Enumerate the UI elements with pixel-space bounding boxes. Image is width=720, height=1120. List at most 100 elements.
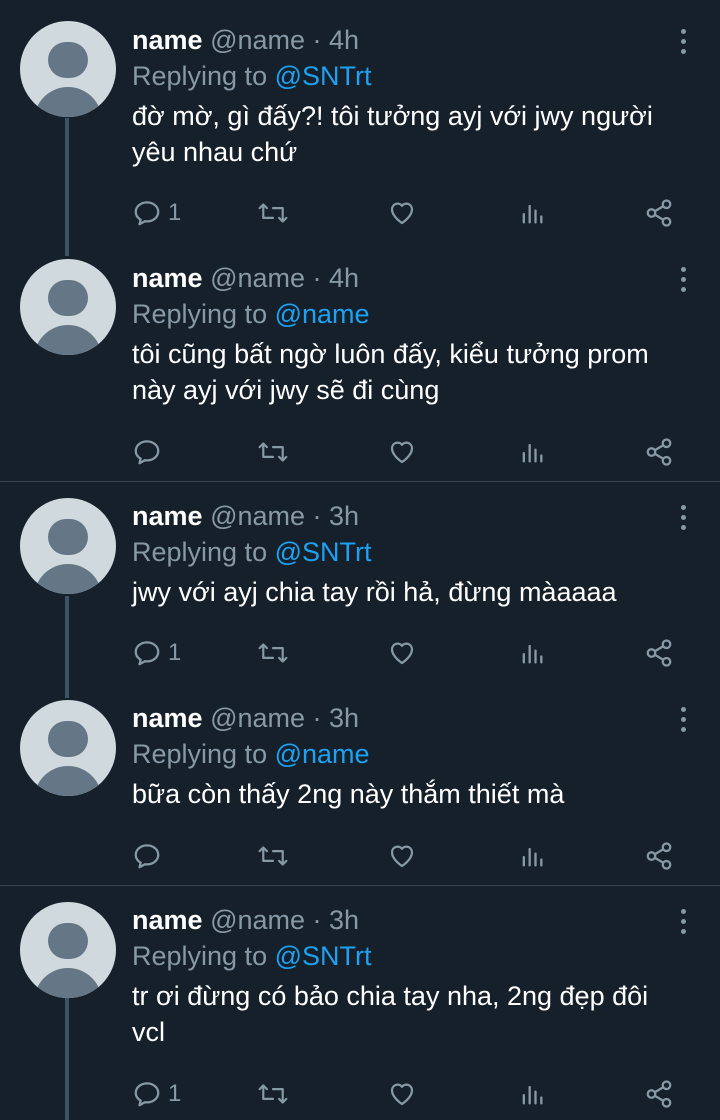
share-button[interactable] [644, 436, 674, 468]
retweet-button[interactable] [256, 840, 290, 872]
tweet-header: name @name · 3h [132, 902, 680, 938]
tweet-item[interactable]: name @name · 3h Replying to @SNTrt tr ơi… [0, 886, 720, 1120]
tweet-item[interactable]: name @name · 3h Replying to @name bữa cò… [0, 682, 720, 885]
share-icon [644, 841, 674, 871]
avatar[interactable] [20, 21, 116, 117]
analytics-button[interactable] [518, 637, 546, 669]
reply-button[interactable] [132, 436, 168, 468]
replying-to-label: Replying to [132, 941, 268, 971]
tweet-text: đờ mờ, gì đấy?! tôi tưởng ayj với jwy ng… [132, 101, 653, 167]
retweet-icon [256, 638, 290, 668]
like-button[interactable] [386, 436, 418, 468]
retweet-icon [256, 841, 290, 871]
more-vertical-icon[interactable] [680, 29, 688, 59]
like-button[interactable] [386, 637, 418, 669]
retweet-button[interactable] [256, 637, 290, 669]
author-handle[interactable]: @name [210, 501, 305, 531]
tweet-text: tr ơi đừng có bảo chia tay nha, 2ng đẹp … [132, 981, 649, 1047]
like-button[interactable] [386, 840, 418, 872]
mention-link[interactable]: @SNTrt [275, 537, 372, 567]
author-handle[interactable]: @name [210, 703, 305, 733]
like-icon [386, 1079, 418, 1109]
author-name[interactable]: name [132, 25, 203, 55]
retweet-button[interactable] [256, 436, 290, 468]
timestamp[interactable]: · 3h [313, 905, 360, 935]
share-button[interactable] [644, 637, 674, 669]
analytics-icon [518, 841, 546, 871]
mention-link[interactable]: @SNTrt [275, 61, 372, 91]
share-button[interactable] [644, 197, 674, 229]
author-name[interactable]: name [132, 263, 203, 293]
timestamp[interactable]: · 3h [313, 703, 360, 733]
like-button[interactable] [386, 197, 418, 229]
avatar[interactable] [20, 259, 116, 355]
share-icon [644, 198, 674, 228]
action-bar [132, 436, 680, 468]
reply-button[interactable] [132, 840, 168, 872]
replying-to: Replying to @SNTrt [132, 938, 680, 974]
like-icon [386, 638, 418, 668]
analytics-button[interactable] [518, 840, 546, 872]
replying-to: Replying to @name [132, 736, 680, 772]
like-icon [386, 841, 418, 871]
reply-icon [132, 1079, 162, 1109]
like-icon [386, 437, 418, 467]
analytics-icon [518, 638, 546, 668]
more-vertical-icon[interactable] [680, 267, 688, 297]
timestamp[interactable]: · 4h [313, 263, 360, 293]
reply-icon [132, 198, 162, 228]
analytics-button[interactable] [518, 436, 546, 468]
replying-to-label: Replying to [132, 61, 268, 91]
like-button[interactable] [386, 1078, 418, 1110]
action-bar: 1 [132, 197, 680, 229]
replying-to: Replying to @SNTrt [132, 534, 680, 570]
avatar[interactable] [20, 902, 116, 998]
author-handle[interactable]: @name [210, 25, 305, 55]
author-name[interactable]: name [132, 501, 203, 531]
mention-link[interactable]: @name [275, 299, 370, 329]
retweet-icon [256, 198, 290, 228]
reply-icon [132, 841, 162, 871]
analytics-button[interactable] [518, 197, 546, 229]
replying-to-label: Replying to [132, 299, 268, 329]
tweet-text: jwy với ayj chia tay rồi hả, đừng màaaaa [132, 577, 617, 607]
share-button[interactable] [644, 1078, 674, 1110]
author-handle[interactable]: @name [210, 263, 305, 293]
timestamp[interactable]: · 4h [313, 25, 360, 55]
author-name[interactable]: name [132, 905, 203, 935]
analytics-icon [518, 437, 546, 467]
reply-button[interactable]: 1 [132, 197, 181, 229]
tweet-header: name @name · 3h [132, 498, 680, 534]
share-icon [644, 1079, 674, 1109]
avatar[interactable] [20, 498, 116, 594]
analytics-button[interactable] [518, 1078, 546, 1110]
retweet-button[interactable] [256, 197, 290, 229]
analytics-icon [518, 1079, 546, 1109]
more-vertical-icon[interactable] [680, 505, 688, 535]
more-vertical-icon[interactable] [680, 707, 688, 737]
author-handle[interactable]: @name [210, 905, 305, 935]
tweet-item[interactable]: name @name · 4h Replying to @name tôi cũ… [0, 250, 720, 481]
mention-link[interactable]: @name [275, 739, 370, 769]
reply-button[interactable]: 1 [132, 1078, 181, 1110]
retweet-button[interactable] [256, 1078, 290, 1110]
action-bar: 1 [132, 1078, 680, 1110]
reply-count: 1 [168, 199, 182, 226]
share-button[interactable] [644, 840, 674, 872]
reply-button[interactable]: 1 [132, 637, 181, 669]
retweet-icon [256, 437, 290, 467]
avatar[interactable] [20, 700, 116, 796]
reply-icon [132, 638, 162, 668]
more-vertical-icon[interactable] [680, 909, 688, 939]
tweet-header: name @name · 4h [132, 260, 680, 296]
share-icon [644, 638, 674, 668]
tweet-item[interactable]: name @name · 3h Replying to @SNTrt jwy v… [0, 482, 720, 682]
tweet-text: tôi cũng bất ngờ luôn đấy, kiểu tưởng pr… [132, 339, 649, 405]
action-bar [132, 840, 680, 872]
timestamp[interactable]: · 3h [313, 501, 360, 531]
tweet-item[interactable]: name @name · 4h Replying to @SNTrt đờ mờ… [0, 0, 720, 250]
replying-to-label: Replying to [132, 739, 268, 769]
mention-link[interactable]: @SNTrt [275, 941, 372, 971]
like-icon [386, 198, 418, 228]
author-name[interactable]: name [132, 703, 203, 733]
